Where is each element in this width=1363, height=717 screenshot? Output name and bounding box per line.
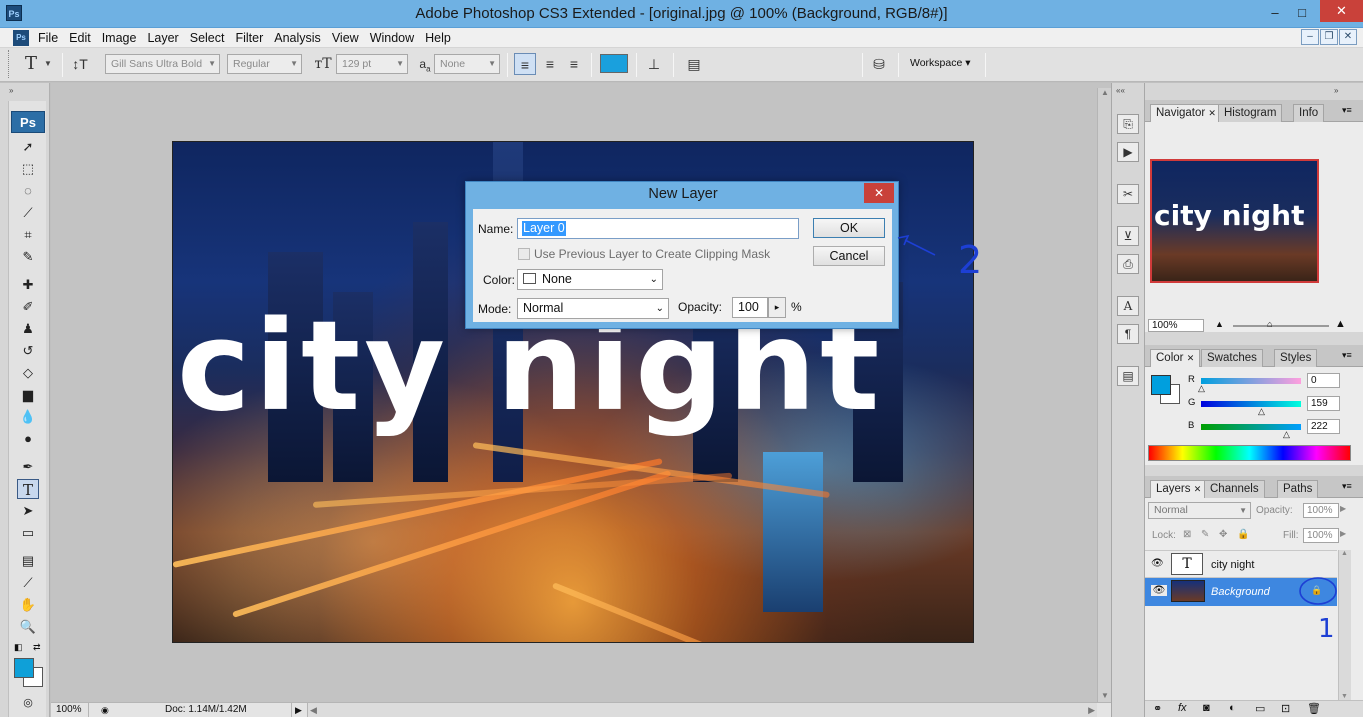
- lock-circle-annotation: [1299, 577, 1337, 605]
- annotation-number-one: 1: [1318, 614, 1335, 644]
- arrow-head-annotation: [897, 234, 910, 246]
- arrow-annotation: [904, 239, 936, 256]
- annotation-number-two: 2: [958, 238, 983, 282]
- annotation-overlay: [897, 234, 1337, 605]
